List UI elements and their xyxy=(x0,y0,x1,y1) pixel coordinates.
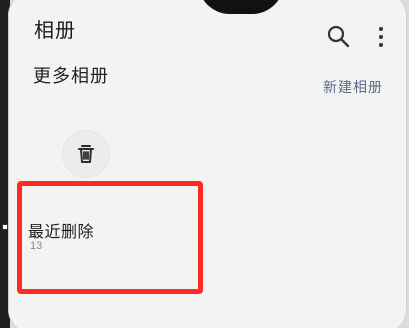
recently-deleted-album-thumb[interactable] xyxy=(63,131,109,177)
page-title: 相册 xyxy=(34,20,76,42)
album-screen: 相册 更多相册 新建相册 最近删除 13 xyxy=(0,0,409,328)
trash-icon xyxy=(78,145,94,163)
highlight-box xyxy=(17,181,203,294)
more-vertical-icon[interactable] xyxy=(373,24,389,50)
more-albums-title: 更多相册 xyxy=(33,66,109,86)
new-album-button[interactable]: 新建相册 xyxy=(323,77,383,97)
tiny-marker xyxy=(2,224,8,230)
search-icon[interactable] xyxy=(326,24,350,48)
